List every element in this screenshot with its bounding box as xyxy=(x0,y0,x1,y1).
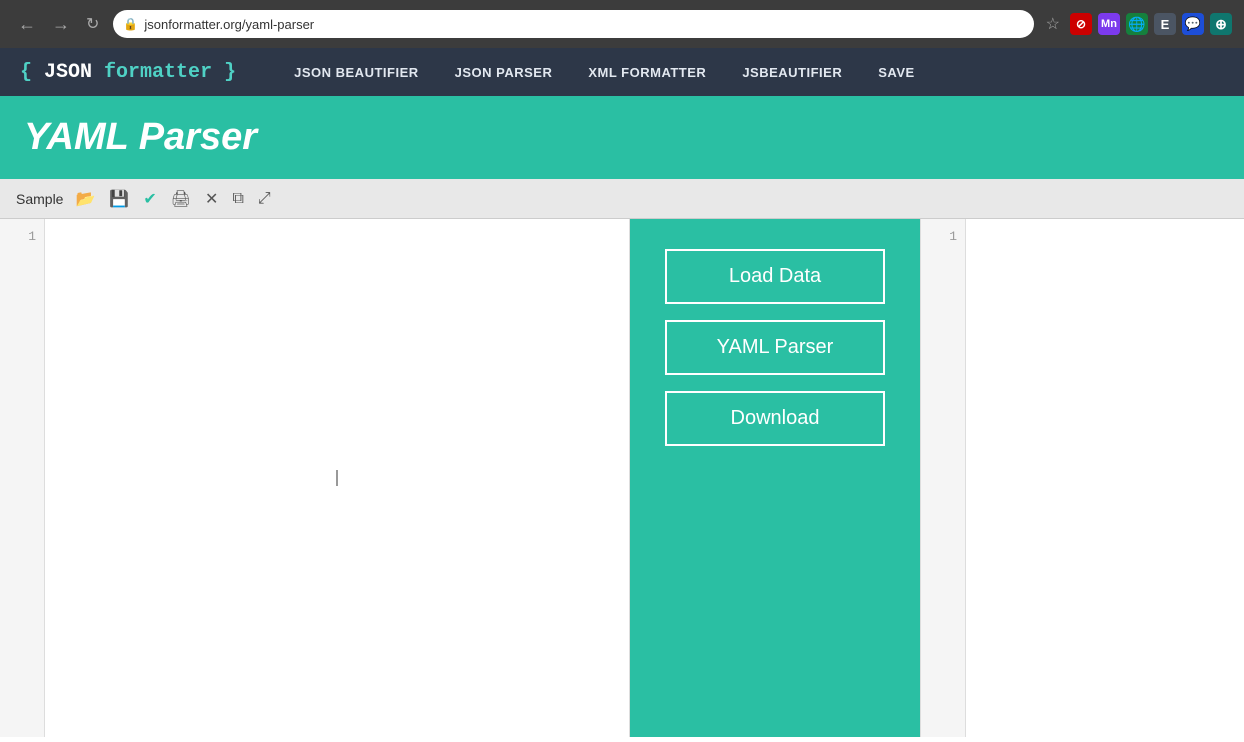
output-line-numbers: 1 xyxy=(921,219,966,737)
logo-formatter: formatter xyxy=(104,61,212,84)
nav-links: JSON BEAUTIFIER JSON PARSER XML FORMATTE… xyxy=(276,48,933,96)
line-number-1: 1 xyxy=(0,227,44,247)
logo-text: JSON xyxy=(44,61,104,84)
open-icon[interactable]: 📂 xyxy=(73,187,97,211)
forward-button[interactable]: → xyxy=(46,13,76,35)
back-button[interactable]: ← xyxy=(12,13,42,35)
page-title: YAML Parser xyxy=(24,116,1220,159)
site-nav: { JSON formatter } JSON BEAUTIFIER JSON … xyxy=(0,48,1244,96)
print-icon[interactable]: 🖨 xyxy=(169,187,193,211)
ext-gray-icon[interactable]: E xyxy=(1154,13,1176,35)
nav-xml-formatter[interactable]: XML FORMATTER xyxy=(570,48,724,96)
logo-brace-open: { xyxy=(20,61,32,84)
security-icon: 🔒 xyxy=(123,17,138,31)
clear-icon[interactable]: ✕ xyxy=(203,187,220,211)
url-text: jsonformatter.org/yaml-parser xyxy=(144,17,314,32)
output-line-number-1: 1 xyxy=(921,227,965,247)
address-bar[interactable]: 🔒 jsonformatter.org/yaml-parser xyxy=(113,10,1033,38)
editor-line-numbers: 1 xyxy=(0,219,45,737)
site-logo: { JSON formatter } xyxy=(20,61,236,84)
editor-content[interactable] xyxy=(45,219,629,737)
nav-save[interactable]: SAVE xyxy=(860,48,932,96)
output-content xyxy=(966,219,1244,737)
browser-chrome: ← → ↻ 🔒 jsonformatter.org/yaml-parser ☆ … xyxy=(0,0,1244,48)
nav-json-beautifier[interactable]: JSON BEAUTIFIER xyxy=(276,48,437,96)
load-data-button[interactable]: Load Data xyxy=(665,249,885,304)
middle-panel: Load Data YAML Parser Download xyxy=(630,219,920,737)
fullscreen-icon[interactable]: ⤢ xyxy=(256,188,273,210)
ext-blue-icon[interactable]: 💬 xyxy=(1182,13,1204,35)
star-button[interactable]: ☆ xyxy=(1042,12,1064,36)
ext-green-icon[interactable]: 🌐 xyxy=(1126,13,1148,35)
check-icon[interactable]: ✔ xyxy=(141,187,158,211)
nav-json-parser[interactable]: JSON PARSER xyxy=(437,48,571,96)
output-area: 1 xyxy=(920,219,1244,737)
browser-nav: ← → ↻ xyxy=(12,12,105,36)
ext-teal-icon[interactable]: ⊕ xyxy=(1210,13,1232,35)
save-icon[interactable]: 💾 xyxy=(107,187,131,211)
refresh-button[interactable]: ↻ xyxy=(80,12,105,36)
yaml-parser-button[interactable]: YAML Parser xyxy=(665,320,885,375)
browser-actions: ☆ ⊘ Mn 🌐 E 💬 ⊕ xyxy=(1042,12,1232,36)
main-content: 1 Load Data YAML Parser Download 1 xyxy=(0,219,1244,737)
sample-label: Sample xyxy=(16,191,63,207)
copy-icon[interactable]: ⧉ xyxy=(230,188,245,210)
download-button[interactable]: Download xyxy=(665,391,885,446)
editor-area: 1 xyxy=(0,219,630,737)
nav-jsbeautifier[interactable]: JSBEAUTIFIER xyxy=(724,48,860,96)
toolbar: Sample 📂 💾 ✔ 🖨 ✕ ⧉ ⤢ xyxy=(0,179,1244,219)
ext-purple-icon[interactable]: Mn xyxy=(1098,13,1120,35)
logo-brace-close: } xyxy=(224,61,236,84)
ext-red-icon[interactable]: ⊘ xyxy=(1070,13,1092,35)
page-header: YAML Parser xyxy=(0,96,1244,179)
editor-textarea[interactable] xyxy=(45,219,629,737)
